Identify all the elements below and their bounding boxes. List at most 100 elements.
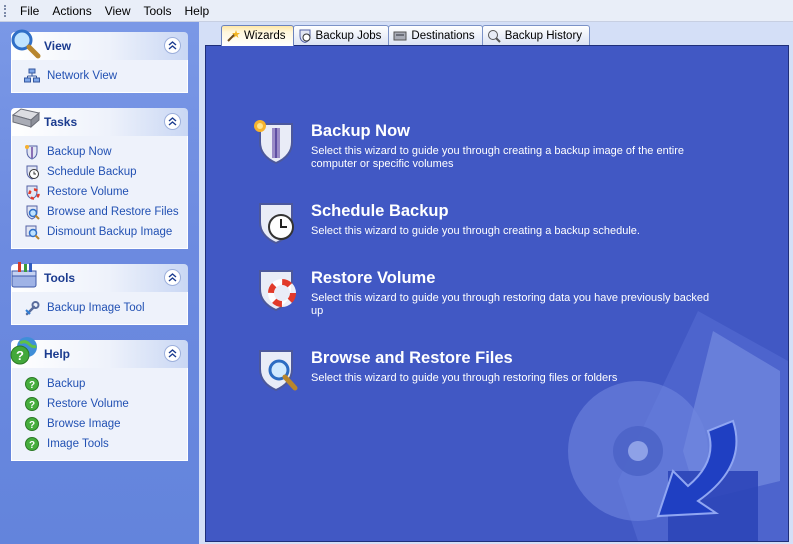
- task-label: Backup Now: [47, 146, 112, 158]
- task-dismount-backup-image[interactable]: Dismount Backup Image: [12, 222, 187, 242]
- help-item-backup[interactable]: ? Backup: [12, 374, 187, 394]
- help-item-browse-image[interactable]: ? Browse Image: [12, 414, 187, 434]
- backup-watermark-icon: [568, 311, 788, 541]
- tab-strip: Wizards Backup Jobs Destinations Backup …: [221, 25, 591, 46]
- shield-lifebuoy-icon: [26, 185, 40, 200]
- tab-label: Backup Jobs: [315, 29, 382, 42]
- drive-icon: [393, 31, 407, 40]
- shield-clock-icon: [26, 165, 39, 180]
- double-chevron-up-icon: [168, 349, 177, 358]
- toolbox-icon: [11, 262, 37, 288]
- tasks-group: Tasks Backup Now Schedule Backup Restore…: [11, 108, 188, 249]
- svg-text:?: ?: [29, 380, 35, 391]
- tab-backup-history[interactable]: Backup History: [481, 25, 591, 45]
- wizard-browse-restore-files[interactable]: Browse and Restore Files Select this wiz…: [252, 345, 711, 393]
- magic-wand-icon: [227, 30, 240, 42]
- view-group: View Network View: [11, 29, 188, 93]
- help-item-restore-volume[interactable]: ? Restore Volume: [12, 394, 187, 414]
- wizard-title: Restore Volume: [311, 269, 436, 287]
- tab-wizards[interactable]: Wizards: [221, 25, 294, 46]
- help-globe-icon: ?: [10, 337, 37, 365]
- help-question-icon: ?: [25, 437, 39, 451]
- wizard-description: Select this wizard to guide you through …: [311, 372, 618, 384]
- menu-help[interactable]: Help: [179, 4, 217, 18]
- wizard-title: Backup Now: [311, 122, 411, 140]
- help-group-body: ? Backup ? Restore Volume ? Browse Image: [11, 368, 188, 461]
- shield-backup-icon: [25, 145, 38, 160]
- help-group-header[interactable]: ? Help: [10, 337, 188, 368]
- wizard-description: Select this wizard to guide you through …: [311, 145, 685, 170]
- tab-destinations[interactable]: Destinations: [388, 25, 483, 45]
- tools-group-title: Tools: [44, 271, 76, 285]
- task-label: Dismount Backup Image: [47, 226, 173, 238]
- collapse-help-button[interactable]: [164, 345, 181, 362]
- task-browse-restore-files[interactable]: Browse and Restore Files: [12, 202, 187, 222]
- task-label: Restore Volume: [47, 186, 129, 198]
- menu-tools[interactable]: Tools: [138, 4, 179, 18]
- wizard-backup-now[interactable]: Backup Now Select this wizard to guide y…: [252, 118, 711, 171]
- tasks-group-title: Tasks: [44, 115, 78, 129]
- menu-bar: File Actions View Tools Help: [0, 0, 793, 22]
- tab-label: Wizards: [244, 30, 286, 42]
- menu-actions[interactable]: Actions: [46, 4, 98, 18]
- help-group-title: Help: [44, 347, 71, 361]
- svg-text:?: ?: [29, 400, 35, 411]
- help-question-icon: ?: [25, 397, 39, 411]
- dismount-image-icon: [25, 225, 40, 240]
- task-backup-image-tool[interactable]: Backup Image Tool: [12, 298, 187, 318]
- task-network-view[interactable]: Network View: [12, 66, 187, 86]
- tools-group-header[interactable]: Tools: [11, 262, 188, 292]
- collapse-tasks-button[interactable]: [164, 113, 181, 130]
- task-label: Browse and Restore Files: [47, 206, 179, 218]
- help-item-image-tools[interactable]: ? Image Tools: [12, 434, 187, 454]
- shield-magnifier-icon: [26, 205, 40, 220]
- wizards-panel: Backup Now Select this wizard to guide y…: [205, 45, 789, 542]
- help-question-icon: ?: [25, 417, 39, 431]
- shield-clock-icon: [299, 29, 311, 43]
- double-chevron-up-icon: [168, 273, 177, 282]
- double-chevron-up-icon: [168, 117, 177, 126]
- wizard-description: Select this wizard to guide you through …: [311, 225, 640, 237]
- shield-lifebuoy-icon: [259, 270, 296, 312]
- task-pane: View Network View Tasks Backup Now Sched…: [0, 22, 199, 544]
- collapse-tools-button[interactable]: [164, 269, 181, 286]
- help-question-icon: ?: [25, 377, 39, 391]
- task-label: Image Tools: [47, 438, 109, 450]
- task-restore-volume[interactable]: Restore Volume: [12, 182, 187, 202]
- tab-label: Backup History: [504, 29, 583, 42]
- task-label: Restore Volume: [47, 398, 129, 410]
- history-icon: [487, 29, 501, 43]
- menu-view[interactable]: View: [99, 4, 138, 18]
- tools-group: Tools Backup Image Tool: [11, 262, 188, 325]
- tools-group-body: Backup Image Tool: [11, 292, 188, 325]
- hard-drive-icon: [11, 108, 41, 129]
- magnifier-icon: [11, 29, 41, 59]
- wizard-restore-volume[interactable]: Restore Volume Select this wizard to gui…: [252, 265, 711, 318]
- menu-grip[interactable]: [4, 4, 8, 17]
- tab-label: Destinations: [411, 29, 475, 42]
- wizard-schedule-backup[interactable]: Schedule Backup Select this wizard to gu…: [252, 198, 711, 246]
- double-chevron-up-icon: [168, 41, 177, 50]
- task-label: Backup: [47, 378, 86, 390]
- view-group-header[interactable]: View: [11, 29, 188, 60]
- task-schedule-backup[interactable]: Schedule Backup: [12, 162, 187, 182]
- tasks-group-header[interactable]: Tasks: [11, 108, 188, 136]
- task-label: Schedule Backup: [47, 166, 137, 178]
- svg-text:?: ?: [16, 348, 24, 363]
- tasks-group-body: Backup Now Schedule Backup Restore Volum…: [11, 136, 188, 249]
- tab-backup-jobs[interactable]: Backup Jobs: [292, 25, 390, 45]
- svg-text:?: ?: [29, 420, 35, 431]
- task-label: Backup Image Tool: [47, 302, 145, 314]
- collapse-view-button[interactable]: [164, 37, 181, 54]
- view-group-title: View: [44, 39, 72, 53]
- wizard-title: Schedule Backup: [311, 202, 449, 220]
- task-label: Network View: [47, 70, 118, 82]
- wrench-icon: [25, 301, 40, 316]
- view-group-body: Network View: [11, 60, 188, 93]
- main-panel: Wizards Backup Jobs Destinations Backup …: [199, 22, 793, 544]
- task-backup-now[interactable]: Backup Now: [12, 142, 187, 162]
- help-group: ? Help ? Backup ? Restore Volume ? Brows…: [10, 337, 188, 461]
- shield-clock-icon: [259, 203, 294, 245]
- shield-magnifier-icon: [259, 350, 298, 392]
- menu-file[interactable]: File: [14, 4, 46, 18]
